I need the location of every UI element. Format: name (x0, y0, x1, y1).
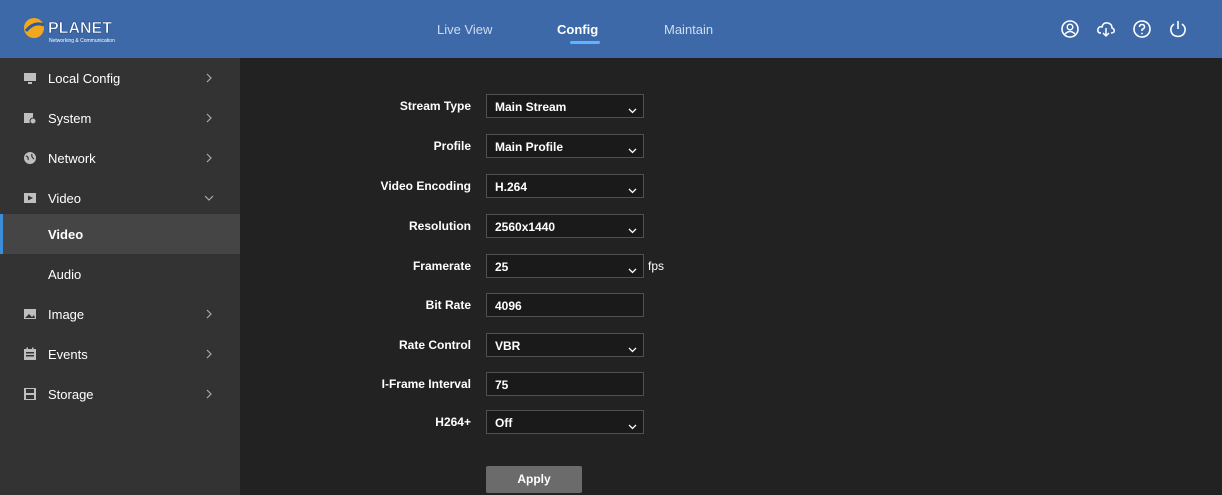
svg-text:PLANET: PLANET (48, 20, 112, 37)
top-bar: PLANET Networking & Communication Live V… (0, 0, 1222, 58)
power-icon[interactable] (1168, 19, 1188, 39)
rate-control-value: VBR (495, 339, 521, 353)
globe-icon (23, 151, 37, 165)
stream-type-label: Stream Type (399, 99, 471, 113)
tab-live-view[interactable]: Live View (437, 0, 492, 58)
video-icon (23, 191, 37, 205)
chevron-right-icon (204, 387, 214, 401)
chevron-right-icon (204, 347, 214, 361)
sidebar-item-label: Network (48, 150, 96, 166)
calendar-icon (23, 347, 37, 361)
chevron-down-icon (628, 143, 637, 154)
planet-logo: PLANET Networking & Communication (22, 15, 122, 45)
h264-plus-value: Off (495, 416, 513, 430)
iframe-interval-input[interactable]: 75 (486, 372, 644, 396)
chevron-right-icon (204, 111, 214, 125)
bit-rate-value: 4096 (495, 299, 522, 313)
bit-rate-input[interactable]: 4096 (486, 293, 644, 317)
chevron-down-icon (204, 191, 214, 205)
sidebar-item-network[interactable]: Network (0, 138, 240, 178)
iframe-interval-label: I-Frame Interval (381, 377, 471, 391)
user-icon[interactable] (1060, 19, 1080, 39)
cloud-download-icon[interactable] (1096, 19, 1116, 39)
tab-config-label: Config (557, 21, 599, 37)
floppy-disk-icon (23, 387, 37, 401)
sidebar-item-storage[interactable]: Storage (0, 374, 240, 414)
sidebar-item-events[interactable]: Events (0, 334, 240, 374)
active-indicator (0, 214, 3, 254)
resolution-select[interactable]: 2560x1440 (486, 214, 644, 238)
tab-maintain-label: Maintain (664, 21, 714, 37)
chevron-down-icon (628, 263, 637, 274)
sidebar-item-video[interactable]: Video (0, 178, 240, 218)
h264-plus-label: H264+ (435, 415, 471, 429)
sidebar-subitem-video[interactable]: Video (0, 214, 240, 254)
rate-control-select[interactable]: VBR (486, 333, 644, 357)
tab-config[interactable]: Config (557, 0, 600, 58)
chevron-down-icon (628, 342, 637, 353)
chevron-right-icon (204, 151, 214, 165)
sidebar-item-local-config[interactable]: Local Config (0, 58, 240, 98)
video-encoding-label: Video Encoding (380, 179, 471, 193)
chevron-down-icon (628, 223, 637, 234)
framerate-value: 25 (495, 260, 509, 274)
active-tab-indicator (570, 41, 600, 44)
video-encoding-select[interactable]: H.264 (486, 174, 644, 198)
image-icon (23, 307, 37, 321)
chevron-down-icon (628, 419, 637, 430)
rate-control-label: Rate Control (399, 338, 471, 352)
chevron-right-icon (204, 307, 214, 321)
sidebar-item-system[interactable]: System (0, 98, 240, 138)
framerate-unit: fps (648, 259, 665, 273)
sidebar-subitem-label: Video (48, 227, 84, 242)
sidebar-item-label: Video (48, 190, 82, 206)
bit-rate-label: Bit Rate (425, 298, 471, 312)
help-icon[interactable] (1132, 19, 1152, 39)
sidebar: Local Config System Network Video Video … (0, 58, 240, 495)
profile-value: Main Profile (495, 140, 564, 154)
profile-select[interactable]: Main Profile (486, 134, 644, 158)
apply-button[interactable]: Apply (486, 466, 582, 493)
sidebar-item-label: Local Config (48, 70, 121, 86)
framerate-label: Framerate (412, 259, 471, 273)
chevron-down-icon (628, 183, 637, 194)
sidebar-subitem-label: Audio (48, 267, 82, 282)
sidebar-item-label: Events (48, 346, 88, 362)
resolution-label: Resolution (409, 219, 471, 233)
resolution-value: 2560x1440 (495, 220, 556, 234)
stream-type-value: Main Stream (495, 100, 567, 114)
stream-type-select[interactable]: Main Stream (486, 94, 644, 118)
tab-live-view-label: Live View (437, 21, 493, 37)
tab-maintain[interactable]: Maintain (664, 0, 713, 58)
sidebar-item-image[interactable]: Image (0, 294, 240, 334)
framerate-select[interactable]: 25 (486, 254, 644, 278)
sidebar-subitem-audio[interactable]: Audio (0, 254, 240, 294)
chevron-down-icon (628, 103, 637, 114)
system-icon (23, 111, 37, 125)
sidebar-item-label: System (48, 110, 92, 126)
h264-plus-select[interactable]: Off (486, 410, 644, 434)
iframe-interval-value: 75 (495, 378, 509, 392)
profile-label: Profile (433, 139, 471, 153)
sidebar-item-label: Storage (48, 386, 94, 402)
chevron-right-icon (204, 71, 214, 85)
monitor-icon (23, 71, 37, 85)
video-encoding-value: H.264 (495, 180, 528, 194)
content-panel (240, 58, 1222, 495)
sidebar-item-label: Image (48, 306, 85, 322)
svg-text:Networking & Communication: Networking & Communication (49, 38, 115, 44)
